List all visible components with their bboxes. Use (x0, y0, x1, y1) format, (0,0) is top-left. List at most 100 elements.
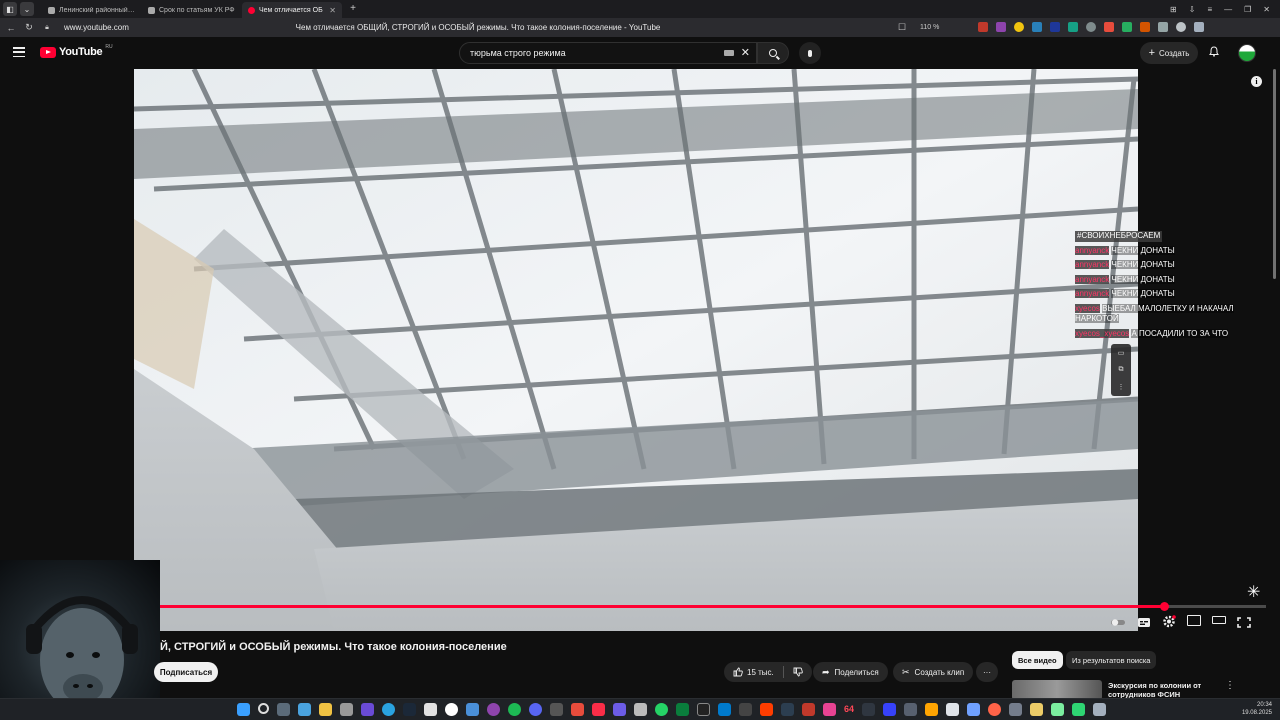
miniplayer-icon[interactable] (1187, 614, 1201, 626)
app-icon[interactable] (487, 703, 500, 716)
browser-menu-button[interactable]: ≡ (1207, 5, 1212, 14)
notifications-bell-icon[interactable] (1209, 46, 1219, 57)
filter-all-videos[interactable]: Все видео (1012, 651, 1063, 669)
steam-icon[interactable] (403, 703, 416, 716)
extension-icon[interactable] (1158, 22, 1168, 32)
youtube-logo[interactable]: YouTube RU (40, 44, 113, 58)
app-icon[interactable] (550, 703, 563, 716)
app-icon[interactable] (883, 703, 897, 716)
thumbs-down-icon[interactable] (793, 667, 803, 677)
app-icon[interactable] (946, 703, 960, 716)
video-player[interactable] (134, 69, 1138, 631)
music-icon[interactable] (592, 703, 605, 716)
discord-icon[interactable] (529, 703, 542, 716)
theater-mode-icon[interactable] (1212, 616, 1226, 624)
create-button[interactable]: + Создать (1140, 42, 1198, 64)
telegram-icon[interactable] (382, 703, 395, 716)
app-icon[interactable] (571, 703, 584, 716)
yandex-browser-icon[interactable] (445, 703, 458, 716)
widgets-icon[interactable] (298, 703, 311, 716)
subscribe-button[interactable]: Подписаться (154, 662, 218, 682)
taskbar-badge[interactable]: 64 (844, 703, 854, 716)
sparkle-icon[interactable]: ✳ (1247, 582, 1260, 602)
settings-gear-icon[interactable] (1162, 614, 1176, 627)
minimize-button[interactable]: — (1224, 5, 1232, 14)
create-clip-button[interactable]: ✂ Создать клип (893, 662, 974, 682)
avatar[interactable] (1238, 44, 1256, 62)
search-input[interactable] (470, 48, 720, 58)
app-icon[interactable] (634, 703, 647, 716)
autoplay-toggle-icon[interactable] (1110, 615, 1126, 626)
keyboard-icon[interactable] (724, 50, 734, 56)
page-scrollbar[interactable] (1272, 69, 1278, 279)
tab-youtube-active[interactable]: Чем отличается ОБ ✕ (242, 2, 342, 18)
extension-icon[interactable] (1176, 22, 1186, 32)
taskbar-search-icon[interactable] (258, 703, 269, 714)
zoom-level[interactable]: 110 % (920, 24, 939, 31)
downloads-icon[interactable]: ⇩ (1189, 5, 1196, 14)
related-video-title[interactable]: Экскурсия по колонии от сотрудников ФСИН (1108, 681, 1223, 699)
voice-search-button[interactable] (799, 42, 821, 64)
app-icon[interactable] (1072, 703, 1086, 716)
app-icon[interactable] (340, 703, 353, 716)
subtitles-icon[interactable] (1137, 615, 1151, 627)
task-view-icon[interactable] (277, 703, 290, 716)
fullscreen-icon[interactable] (1237, 615, 1251, 628)
tab-ukrf[interactable]: Срок по статьям УК РФ (142, 2, 242, 18)
extension-icon[interactable] (1140, 22, 1150, 32)
tab-close-icon[interactable]: ✕ (329, 6, 336, 15)
spotify-icon[interactable] (508, 703, 521, 716)
search-button[interactable] (757, 42, 789, 64)
file-explorer-icon[interactable] (319, 703, 332, 716)
app-icon[interactable] (862, 703, 876, 716)
app-icon[interactable] (613, 703, 626, 716)
chat-window-icon[interactable]: ▭ (1118, 349, 1125, 357)
system-clock[interactable]: 20:34 19.08.2025 (1242, 701, 1272, 717)
extension-icon[interactable] (996, 22, 1006, 32)
vscode-icon[interactable] (718, 703, 731, 716)
restore-button[interactable]: ❐ (1244, 5, 1251, 14)
app-icon[interactable] (802, 703, 815, 716)
app-icon[interactable] (361, 703, 374, 716)
extension-icon[interactable] (1086, 22, 1096, 32)
scrubber-handle[interactable] (1159, 602, 1169, 611)
app-icon[interactable] (967, 703, 981, 716)
app-icon[interactable] (1009, 703, 1023, 716)
filter-from-search[interactable]: Из результатов поиска (1066, 651, 1157, 669)
progress-bar[interactable] (160, 602, 1266, 611)
reload-icon[interactable]: ↻ (22, 22, 36, 33)
tab-list-icon[interactable]: ⌄ (20, 2, 34, 16)
app-icon[interactable] (424, 703, 437, 716)
tab-court[interactable]: Ленинский районный суд (42, 2, 142, 18)
whatsapp-icon[interactable] (655, 703, 668, 716)
app-icon[interactable] (760, 703, 773, 716)
extensions-icon[interactable]: ⊞ (1170, 5, 1177, 14)
app-icon[interactable] (1093, 703, 1107, 716)
related-more-icon[interactable]: ⋮ (1225, 680, 1235, 691)
scrollbar-thumb[interactable] (1273, 69, 1276, 279)
share-button[interactable]: ➦ Поделиться (813, 662, 888, 682)
extension-icon[interactable] (1104, 22, 1114, 32)
app-icon[interactable] (904, 703, 918, 716)
back-arrow-icon[interactable]: ← (4, 23, 18, 33)
extension-icon[interactable] (978, 22, 988, 32)
terminal-icon[interactable] (697, 703, 710, 716)
like-button[interactable]: 15 тыс. (733, 667, 774, 677)
app-icon[interactable] (823, 703, 836, 716)
app-icon[interactable] (988, 703, 1002, 716)
more-actions-button[interactable]: ··· (976, 662, 998, 682)
new-tab-button[interactable]: + (346, 2, 360, 16)
app-icon[interactable] (925, 703, 939, 716)
extension-icon[interactable] (1014, 22, 1024, 32)
clear-search-icon[interactable]: ✕ (741, 46, 750, 59)
chat-popout-icon[interactable]: ⧉ (1119, 366, 1124, 374)
extension-icon[interactable] (1122, 22, 1132, 32)
extension-icon[interactable] (1194, 22, 1204, 32)
app-icon[interactable] (676, 703, 689, 716)
close-window-button[interactable]: ✕ (1263, 5, 1270, 14)
bookmark-icon[interactable]: ☐ (898, 22, 906, 33)
menu-icon[interactable] (13, 46, 25, 58)
url-field[interactable]: www.youtube.com (64, 23, 129, 32)
info-icon[interactable]: i (1251, 76, 1262, 87)
app-icon[interactable] (1030, 703, 1044, 716)
